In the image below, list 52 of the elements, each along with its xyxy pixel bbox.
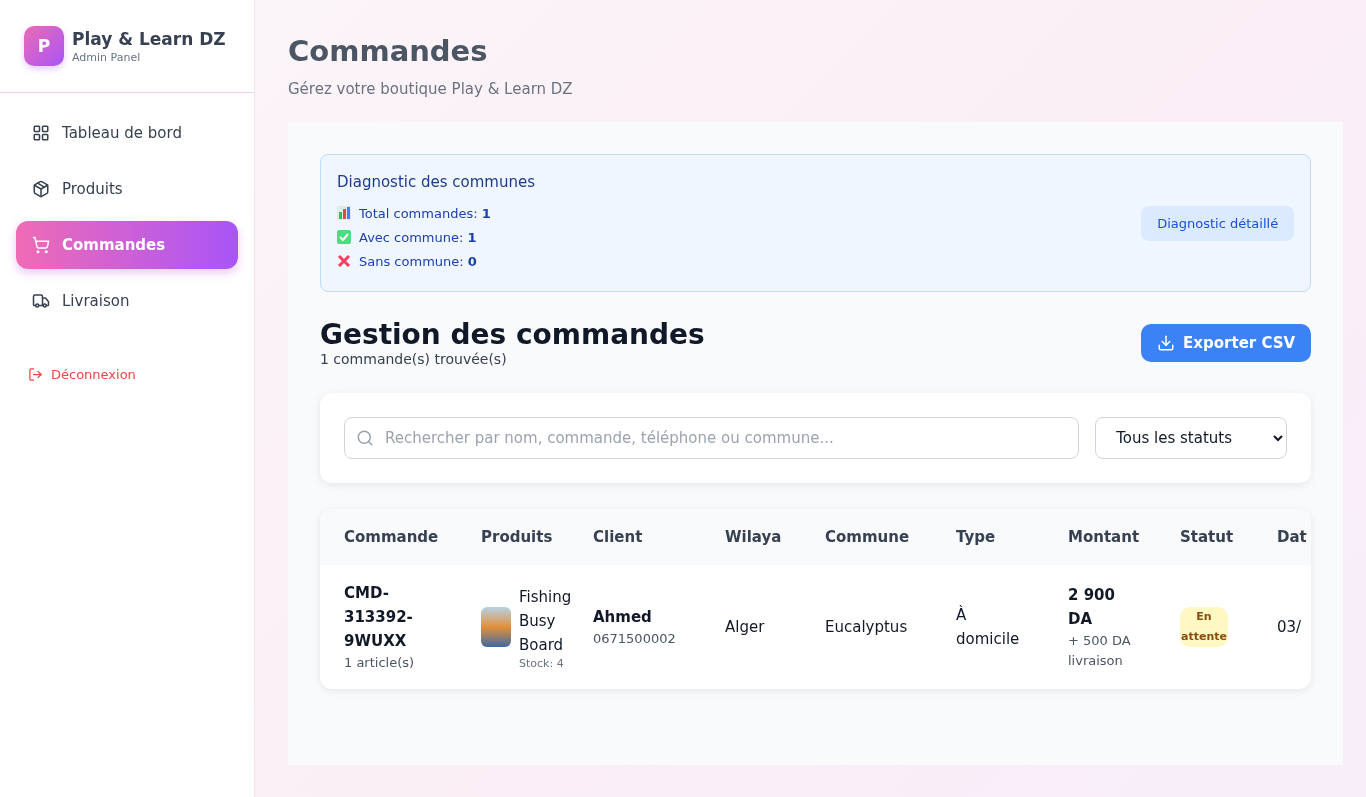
diagnostic-title: Diagnostic des communes [337,173,536,191]
table-cell-text: À domicile [956,604,1021,650]
column-header: Commune [825,528,911,546]
logout-link[interactable]: Déconnexion [28,367,226,382]
nav-item[interactable]: Tableau de bord [16,109,238,157]
column-header: Montant [1068,528,1141,546]
photo-placeholder [481,607,511,647]
nav-item[interactable]: Produits [16,165,238,213]
brand-name: Play & Learn DZ [72,28,226,49]
client-phone: 0671500002 [593,630,677,648]
cart-icon [32,236,50,254]
column-header: Type [956,528,997,546]
search-icon [356,429,374,447]
column-header: Statut [1180,528,1235,546]
status-select[interactable]: Tous les statuts [1095,417,1288,459]
column-header: Produits [481,528,554,546]
table-cell-text: Alger [725,617,766,638]
column-header: Dat [1277,528,1308,546]
table-cell-text: 03/ [1277,617,1303,638]
status-badge: En attente [1180,607,1228,647]
grid-icon [32,124,50,142]
column-header: Client [593,528,644,546]
logo: P [24,26,64,66]
brand-subtitle: Admin Panel [72,50,142,64]
diagnostic-stat: Sans commune: 0 [359,253,477,269]
box-icon [32,180,50,198]
truck-icon [32,292,50,310]
diagnostic-button[interactable]: Diagnostic détaillé [1141,205,1295,241]
order-count: 1 commande(s) trouvée(s) [320,351,508,367]
logout-icon [28,367,43,382]
check-icon [337,230,351,244]
column-header: Wilaya [725,528,783,546]
table-cell-text: Eucalyptus [825,617,909,638]
diagnostic-stat: Avec commune: 1 [359,229,477,245]
client-name: Ahmed [593,607,653,628]
search-field[interactable]: Rechercher par nom, commande, téléphone ou commune... [344,417,1080,459]
page-title: Commandes [288,34,489,68]
product-name: Fishing Busy Board [519,586,573,656]
nav-item[interactable]: Livraison [16,277,238,325]
item-count: 1 article(s) [344,654,416,672]
bar-chart-icon [337,206,351,220]
product-stock: Stock: 4 [519,656,565,670]
section-title: Gestion des commandes [320,318,705,351]
order-id: CMD-313392-9WUXX [344,583,414,652]
order-amount: 2 900 DA [1068,585,1116,630]
delivery-fee: + 500 DA livraison [1068,632,1132,670]
column-header: Commande [344,528,440,546]
cross-icon [337,254,351,268]
download-icon [1157,333,1176,352]
page-subtitle: Gérez votre boutique Play & Learn DZ [288,80,574,98]
export-button[interactable]: Exporter CSV [1141,323,1312,362]
diagnostic-stat: Total commandes: 1 [359,205,491,221]
